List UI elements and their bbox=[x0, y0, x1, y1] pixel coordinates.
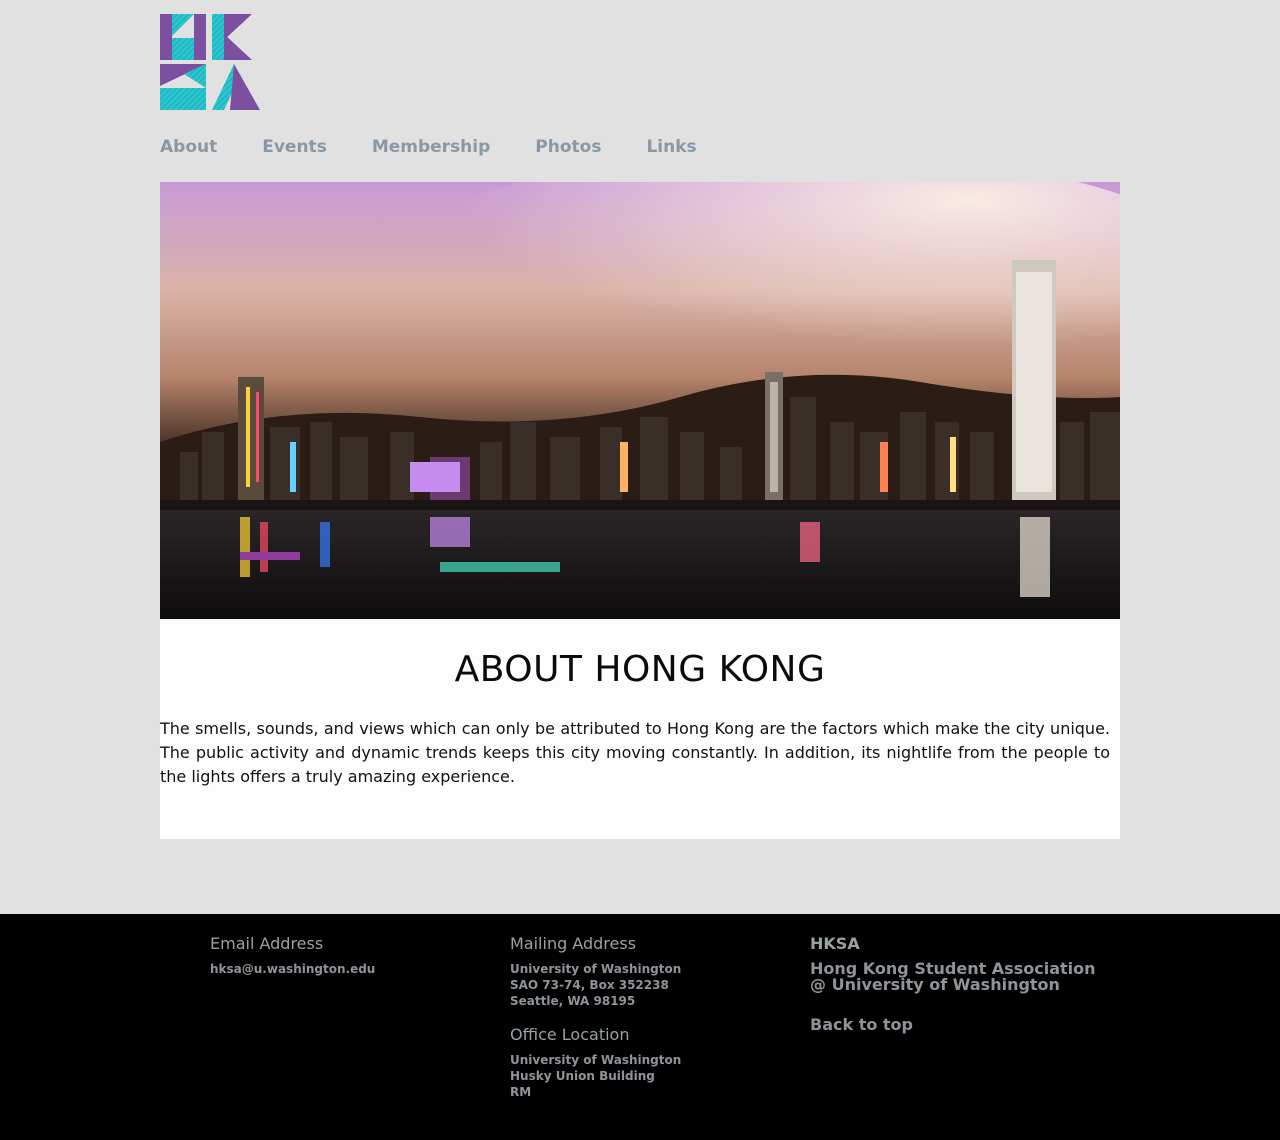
nav-item-photos[interactable]: Photos bbox=[535, 137, 601, 157]
nav-item-links[interactable]: Links bbox=[646, 137, 696, 157]
footer-email-heading: Email Address bbox=[210, 934, 324, 953]
page-title: ABOUT HONG KONG bbox=[454, 649, 826, 690]
about-paragraph: The smells, sounds, and views which can … bbox=[160, 719, 1110, 786]
main-nav: About Events Membership Photos Links bbox=[160, 137, 742, 157]
footer-org-column: HKSA Hong Kong Student Association @ Uni… bbox=[810, 934, 1096, 1034]
footer-email-column: Email Address hksa@u.washington.edu bbox=[210, 934, 375, 977]
back-to-top-link[interactable]: Back to top bbox=[810, 1015, 913, 1034]
footer: Email Address hksa@u.washington.edu Mail… bbox=[0, 914, 1280, 1140]
org-name-line: @ University of Washington bbox=[810, 975, 1060, 994]
mailing-line: SAO 73-74, Box 352238 bbox=[510, 978, 669, 992]
footer-office-heading: Office Location bbox=[510, 1025, 630, 1044]
footer-email-link[interactable]: hksa@u.washington.edu bbox=[210, 961, 375, 977]
office-line: University of Washington bbox=[510, 1053, 682, 1067]
mailing-line: Seattle, WA 98195 bbox=[510, 994, 636, 1008]
office-line: RM bbox=[510, 1085, 532, 1099]
hero-skyline-image bbox=[160, 182, 1120, 619]
skyline-image bbox=[160, 182, 1120, 619]
nav-item-events[interactable]: Events bbox=[262, 137, 327, 157]
footer-address-column: Mailing Address University of Washington… bbox=[510, 934, 681, 1100]
footer-mailing-heading: Mailing Address bbox=[510, 934, 637, 953]
hksa-logo[interactable] bbox=[160, 14, 260, 110]
nav-item-about[interactable]: About bbox=[160, 137, 217, 157]
nav-item-membership[interactable]: Membership bbox=[372, 137, 490, 157]
hksa-logo-icon bbox=[160, 14, 260, 110]
footer-org-heading: HKSA bbox=[810, 934, 860, 953]
office-line: Husky Union Building bbox=[510, 1069, 655, 1083]
page: About Events Membership Photos Links ABO… bbox=[0, 0, 1280, 1140]
about-section: ABOUT HONG KONG The smells, sounds, and … bbox=[160, 619, 1120, 839]
mailing-line: University of Washington bbox=[510, 962, 682, 976]
